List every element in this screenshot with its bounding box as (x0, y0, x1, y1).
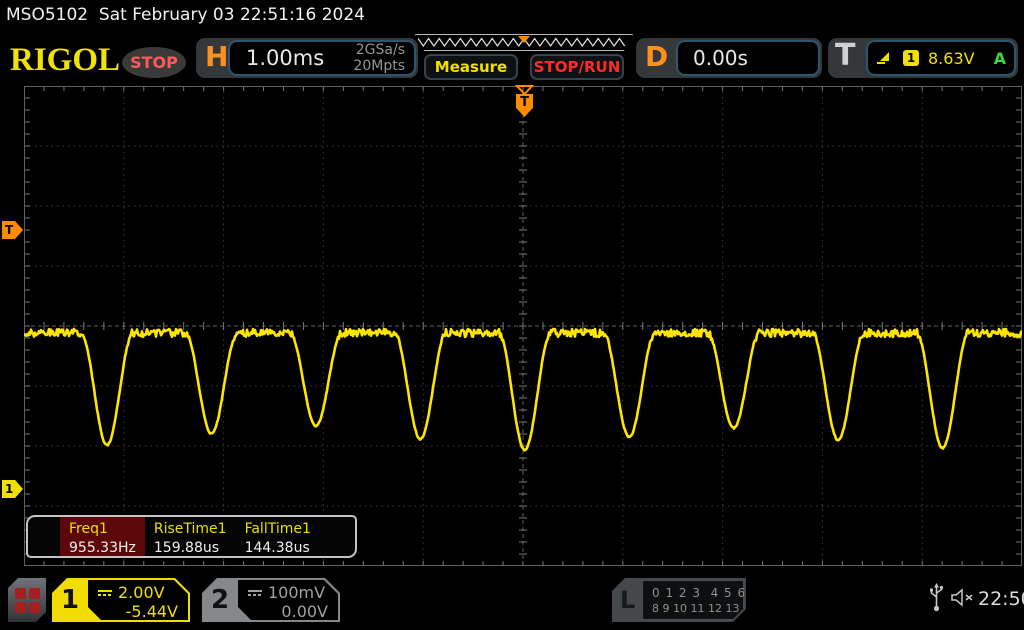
measurement-value: 144.38us (245, 539, 311, 557)
measurement-label: Freq1 (69, 520, 136, 538)
rigol-logo: RIGOL (10, 42, 120, 79)
sample-rate: 2GSa/s (356, 42, 405, 58)
clock: 22:50 (978, 588, 1024, 610)
channel2-number: 2 (211, 585, 229, 615)
measurement-spacer (28, 517, 60, 556)
logic-label: L (620, 586, 635, 614)
measurement-label: FallTime1 (245, 520, 311, 538)
channel1-widget[interactable]: 1 2.00V -5.44V (52, 578, 190, 622)
delay-widget[interactable]: D 0.00s (636, 38, 822, 78)
trigger-widget[interactable]: T 1 8.63V A (828, 38, 1018, 78)
graticule (24, 86, 1022, 566)
menu-grid-icon (15, 588, 40, 613)
measurement-value: 159.88us (154, 539, 227, 557)
timebase-value: 1.00ms (246, 46, 324, 70)
channel1-position-marker[interactable]: 1 (2, 480, 23, 498)
dc-coupling-icon (248, 590, 262, 596)
channel1-offset: -5.44V (98, 602, 180, 621)
logic-channels-widget[interactable]: L 0 1 2 3 4 5 6 7 8 9 10 11 12 13 14 15 (612, 578, 746, 622)
channel1-scale: 2.00V (118, 583, 165, 602)
measurement-label: RiseTime1 (154, 520, 227, 538)
grid-and-waveform (24, 86, 1022, 566)
logic-channels-row1: 0 1 2 3 4 5 6 7 (652, 585, 744, 601)
horizontal-label: H (205, 40, 228, 73)
stop-run-button[interactable]: STOP/RUN (530, 54, 624, 80)
measurement-item-falltime[interactable]: FallTime1 144.38us (236, 517, 320, 556)
speaker-muted-icon (950, 588, 976, 607)
horizontal-timebase-widget[interactable]: H 1.00ms 2GSa/s 20Mpts (196, 38, 418, 78)
measurement-panel[interactable]: Freq1 955.33Hz RiseTime1 159.88us FallTi… (26, 515, 357, 558)
usb-icon (929, 583, 944, 612)
channel2-scale: 100mV (268, 583, 325, 602)
dc-coupling-icon (98, 590, 112, 596)
measurement-item-risetime[interactable]: RiseTime1 159.88us (145, 517, 236, 556)
model-and-datetime: MSO5102 Sat February 03 22:51:16 2024 (6, 5, 365, 25)
trigger-level-value: 8.63V (928, 49, 975, 68)
measurement-value: 955.33Hz (69, 539, 136, 557)
menu-button[interactable] (8, 578, 46, 622)
oscilloscope-screen: MSO5102 Sat February 03 22:51:16 2024 RI… (0, 0, 1024, 630)
memory-depth: 20Mpts (353, 58, 405, 74)
measurement-item-freq[interactable]: Freq1 955.33Hz (60, 517, 145, 556)
overview-trigger-position-icon[interactable] (518, 36, 530, 43)
trigger-slope-icon (876, 50, 894, 66)
trigger-sweep-mode: A (994, 49, 1006, 68)
channel2-widget[interactable]: 2 100mV 0.00V (202, 578, 340, 622)
channel1-number: 1 (61, 585, 79, 615)
delay-label: D (645, 40, 668, 73)
run-state-badge: STOP (122, 47, 186, 78)
trigger-position-triangle-icon[interactable] (515, 85, 534, 95)
trigger-source-badge: 1 (903, 50, 919, 66)
measure-button[interactable]: Measure (424, 54, 518, 80)
trigger-level-marker[interactable]: T (2, 221, 23, 239)
channel2-offset: 0.00V (248, 602, 330, 621)
waveform-overview-strip[interactable] (415, 34, 633, 51)
trigger-label: T (835, 38, 855, 73)
logic-channels-row2: 8 9 10 11 12 13 14 15 (652, 601, 744, 616)
delay-value: 0.00s (693, 46, 748, 70)
